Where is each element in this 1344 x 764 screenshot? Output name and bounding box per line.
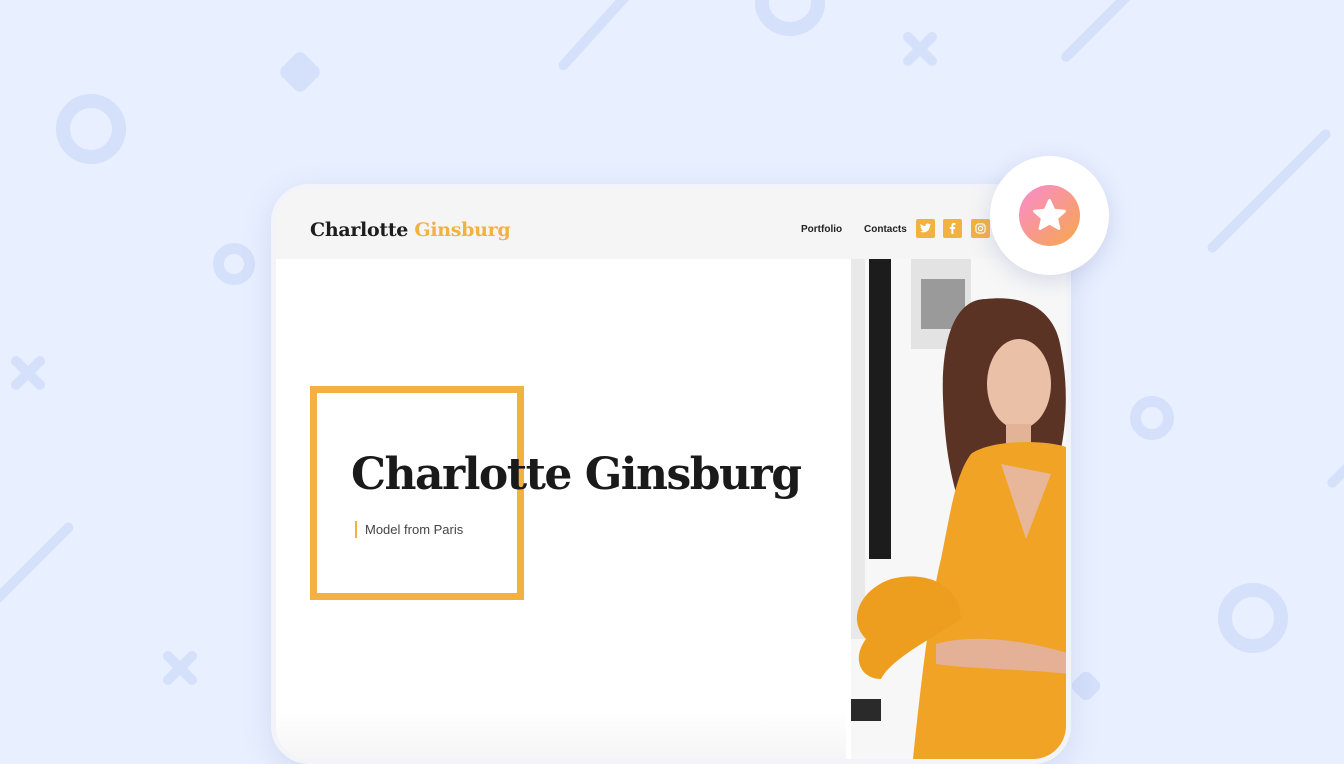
bg-line	[1059, 0, 1137, 64]
bg-line	[556, 0, 638, 73]
bg-diamond	[1069, 669, 1103, 703]
facebook-icon[interactable]	[943, 219, 962, 238]
page-bottom-fade	[276, 709, 846, 759]
nav-contacts[interactable]: Contacts	[864, 224, 907, 235]
bg-line	[1325, 440, 1344, 490]
bg-cross	[898, 27, 942, 71]
nav-portfolio[interactable]: Portfolio	[801, 224, 842, 235]
twitter-icon[interactable]	[916, 219, 935, 238]
site-header: Charlotte Ginsburg Portfolio Contacts	[276, 189, 1066, 259]
bg-cross	[158, 646, 202, 690]
model-photo	[851, 259, 1066, 759]
website-preview-frame: Charlotte Ginsburg Portfolio Contacts Ch…	[271, 184, 1071, 764]
bg-ring	[213, 243, 255, 285]
bg-line	[1205, 127, 1333, 255]
brand-first-name: Charlotte	[310, 219, 409, 241]
bg-ring	[1218, 583, 1288, 653]
hero-subtitle: Model from Paris	[355, 521, 463, 538]
bg-ring	[755, 0, 825, 36]
hero-title: Charlotte Ginsburg	[351, 449, 802, 500]
brand-last-name: Ginsburg	[414, 219, 511, 241]
favorite-badge-inner	[1019, 185, 1080, 246]
instagram-icon[interactable]	[971, 219, 990, 238]
brand-logo[interactable]: Charlotte Ginsburg	[310, 219, 511, 241]
bg-line	[0, 520, 76, 606]
bg-ring	[1130, 396, 1174, 440]
bg-cross	[6, 351, 50, 395]
star-icon	[1033, 199, 1066, 230]
favorite-badge[interactable]	[990, 156, 1109, 275]
bg-ring	[56, 94, 126, 164]
bg-diamond	[277, 49, 323, 95]
